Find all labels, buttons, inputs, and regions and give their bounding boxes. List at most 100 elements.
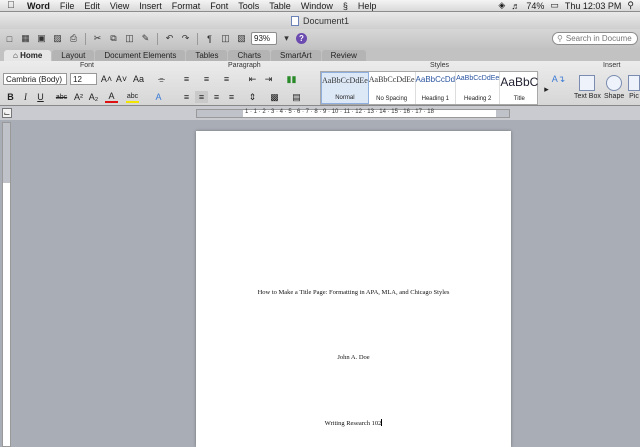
wifi-icon[interactable]: ◈ xyxy=(498,0,505,11)
align-center-icon[interactable]: ≡ xyxy=(195,91,208,103)
menu-window[interactable]: Window xyxy=(296,1,338,11)
increase-indent-icon[interactable]: ⇥ xyxy=(262,73,275,85)
menu-insert[interactable]: Insert xyxy=(134,1,167,11)
volume-icon[interactable]: ♬ xyxy=(511,1,520,11)
font-color-icon[interactable]: A xyxy=(105,91,118,103)
templates-icon[interactable]: ▦ xyxy=(19,32,32,45)
decrease-indent-icon[interactable]: ⇤ xyxy=(246,73,259,85)
font-family-select[interactable]: Cambria (Body) xyxy=(3,73,67,85)
tab-review[interactable]: Review xyxy=(321,50,366,61)
help-icon[interactable]: ? xyxy=(296,33,307,44)
manage-styles-icon[interactable]: A↴ xyxy=(552,73,566,85)
underline-icon[interactable]: U xyxy=(34,91,47,103)
italic-icon[interactable]: I xyxy=(19,91,32,103)
style-no-spacing[interactable]: AaBbCcDdEe No Spacing xyxy=(369,72,416,104)
picture-button[interactable]: Pic xyxy=(628,75,640,100)
superscript-icon[interactable]: A² xyxy=(72,91,85,103)
clear-formatting-icon[interactable]: ⌯ xyxy=(155,73,168,85)
bullets-icon[interactable]: ≡ xyxy=(180,73,193,85)
text-box-icon xyxy=(579,75,596,91)
search-field[interactable]: ⚲ xyxy=(552,32,638,45)
style-heading-2[interactable]: AaBbCcDdEe Heading 2 xyxy=(456,72,501,104)
menu-font[interactable]: Font xyxy=(205,1,233,11)
author-line: John A. Doe xyxy=(337,354,370,361)
text-effects-icon[interactable]: A xyxy=(152,91,165,103)
tab-smartart[interactable]: SmartArt xyxy=(271,50,321,61)
group-label-styles: Styles xyxy=(430,62,450,69)
menu-edit[interactable]: Edit xyxy=(79,1,105,11)
align-left-icon[interactable]: ≡ xyxy=(180,91,193,103)
format-painter-icon[interactable]: ✎ xyxy=(139,32,152,45)
document-page[interactable]: How to Make a Title Page: Formatting in … xyxy=(196,131,511,447)
align-right-icon[interactable]: ≡ xyxy=(210,91,223,103)
style-heading-1[interactable]: AaBbCcDd Heading 1 xyxy=(416,72,457,104)
text-box-label: Text Box xyxy=(574,93,601,100)
ribbon-tab-bar: ⌂ Home Layout Document Elements Tables C… xyxy=(0,48,640,61)
clock[interactable]: Thu 12:03 PM xyxy=(565,1,622,11)
change-case-icon[interactable]: Aa xyxy=(132,73,145,85)
tab-charts[interactable]: Charts xyxy=(228,50,271,61)
toolbar-divider xyxy=(197,32,198,45)
print-icon[interactable]: ⎙ xyxy=(67,32,80,45)
search-input[interactable] xyxy=(565,34,632,43)
battery-percent[interactable]: 74% xyxy=(526,1,544,11)
tab-label: Home xyxy=(20,51,43,60)
bold-icon[interactable]: B xyxy=(4,91,17,103)
shape-button[interactable]: Shape xyxy=(604,75,624,100)
paste-icon[interactable]: ◫ xyxy=(123,32,136,45)
chevron-down-icon[interactable]: ▾ xyxy=(280,32,293,45)
text-box-button[interactable]: Text Box xyxy=(574,75,601,100)
horizontal-ruler[interactable]: 1 · 1 · 2 · 3 · 4 · 5 · 6 · 7 · 8 · 9 · … xyxy=(196,109,510,118)
subscript-icon[interactable]: A₂ xyxy=(87,91,100,103)
cut-icon[interactable]: ✂ xyxy=(91,32,104,45)
battery-icon[interactable]: ▭ xyxy=(550,0,559,11)
open-icon[interactable]: ▣ xyxy=(35,32,48,45)
new-document-icon[interactable]: □ xyxy=(3,32,16,45)
numbering-icon[interactable]: ≡ xyxy=(200,73,213,85)
picture-label: Pic xyxy=(629,93,639,100)
menu-format[interactable]: Format xyxy=(167,1,206,11)
sidebar-icon[interactable]: ◫ xyxy=(219,32,232,45)
tab-document-elements[interactable]: Document Elements xyxy=(95,50,186,61)
borders-icon[interactable]: ▤ xyxy=(290,91,303,103)
tab-stop-selector[interactable]: ⌙ xyxy=(2,108,12,118)
multilevel-list-icon[interactable]: ≡ xyxy=(220,73,233,85)
menu-app-word[interactable]: Word xyxy=(22,1,55,11)
tab-home[interactable]: ⌂ Home xyxy=(4,50,52,61)
style-name: No Spacing xyxy=(376,96,408,102)
shape-label: Shape xyxy=(604,93,625,100)
picture-icon xyxy=(628,75,640,91)
tab-layout[interactable]: Layout xyxy=(52,50,95,61)
grow-font-icon[interactable]: A˄ xyxy=(100,73,113,85)
line-spacing-icon[interactable]: ⇕ xyxy=(246,91,259,103)
tab-tables[interactable]: Tables xyxy=(186,50,228,61)
copy-icon[interactable]: ⧉ xyxy=(107,32,120,45)
menu-tools[interactable]: Tools xyxy=(233,1,264,11)
toolbar-divider xyxy=(85,32,86,45)
style-normal[interactable]: AaBbCcDdEe Normal xyxy=(321,72,369,104)
undo-icon[interactable]: ↶ xyxy=(163,32,176,45)
strikethrough-icon[interactable]: abc xyxy=(55,91,68,103)
menu-help[interactable]: Help xyxy=(353,1,382,11)
apple-icon[interactable]:  xyxy=(0,0,22,11)
script-icon[interactable]: § xyxy=(338,1,353,11)
menu-table[interactable]: Table xyxy=(264,1,296,11)
vertical-ruler[interactable] xyxy=(2,122,11,447)
shrink-font-icon[interactable]: A˅ xyxy=(115,73,128,85)
zoom-select[interactable]: 93% xyxy=(251,32,277,45)
menu-file[interactable]: File xyxy=(55,1,80,11)
style-title[interactable]: AaBbC Title xyxy=(500,72,540,104)
style-name: Normal xyxy=(335,95,355,101)
menu-view[interactable]: View xyxy=(105,1,134,11)
right-margin-area xyxy=(496,110,509,117)
shading-icon[interactable]: ▩ xyxy=(268,91,281,103)
highlight-icon[interactable]: abc xyxy=(126,91,139,103)
spotlight-icon[interactable]: ⚲ xyxy=(627,0,634,11)
redo-icon[interactable]: ↷ xyxy=(179,32,192,45)
view-icon[interactable]: ▧ xyxy=(235,32,248,45)
columns-icon[interactable]: ▮▮ xyxy=(285,73,298,85)
save-icon[interactable]: ▨ xyxy=(51,32,64,45)
font-size-select[interactable]: 12 xyxy=(70,73,97,85)
justify-icon[interactable]: ≡ xyxy=(225,91,238,103)
show-formatting-icon[interactable]: ¶ xyxy=(203,32,216,45)
